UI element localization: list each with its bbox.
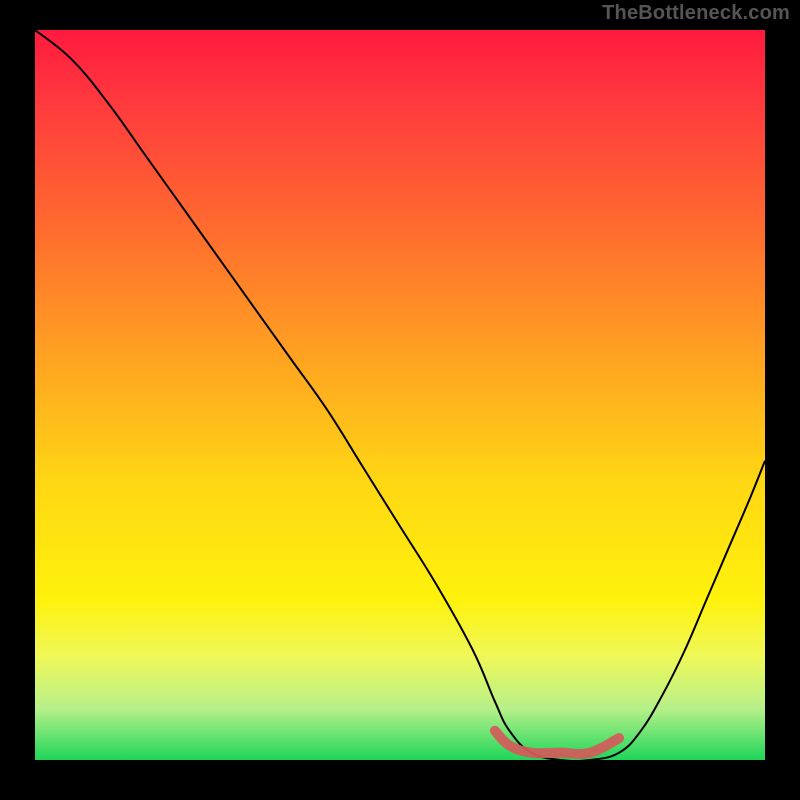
chart-background: [35, 30, 765, 760]
chart-plot: [35, 30, 765, 760]
chart-stage: TheBottleneck.com: [0, 0, 800, 800]
watermark-text: TheBottleneck.com: [602, 2, 790, 25]
chart-svg: [35, 30, 765, 760]
